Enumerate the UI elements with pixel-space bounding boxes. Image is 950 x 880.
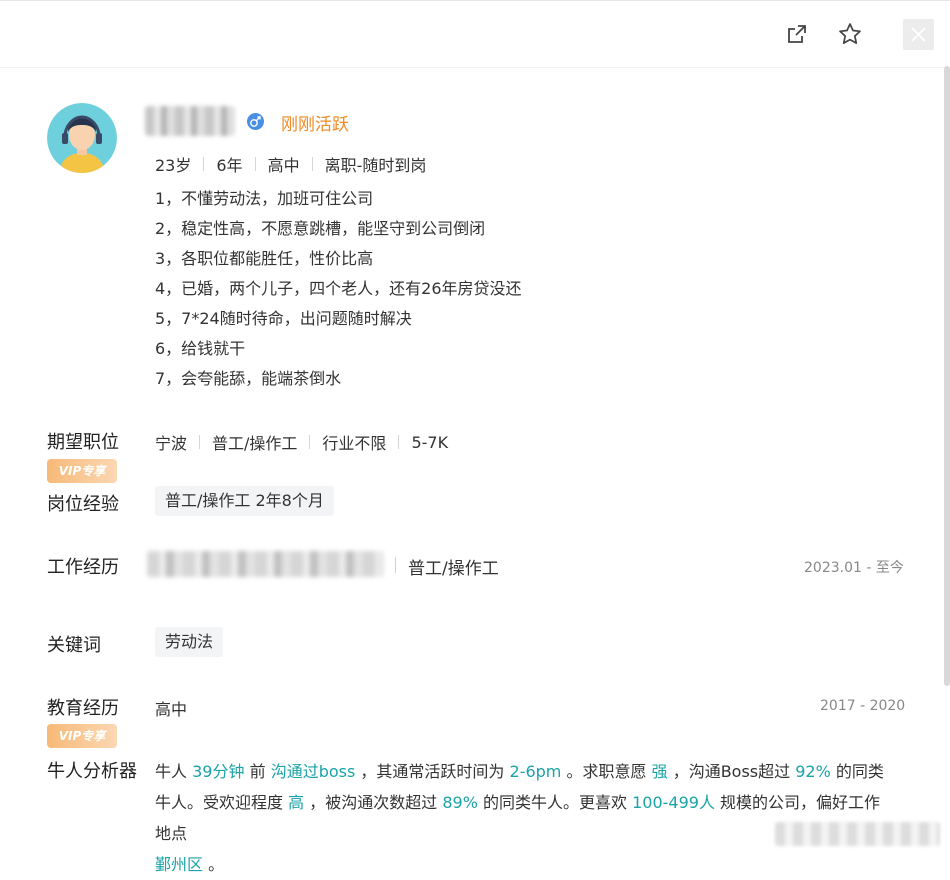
expected-position: 普工/操作工 xyxy=(212,434,298,453)
experience-label: 岗位经验 xyxy=(47,494,119,515)
highlight-value: 强 xyxy=(651,762,668,781)
expectation-values: 宁波 普工/操作工 行业不限 5-7K xyxy=(155,430,448,454)
highlight-line: 1，不懂劳动法，加班可住公司 xyxy=(155,189,374,208)
highlight-line: 7，会夸能舔，能端茶倒水 xyxy=(155,369,342,388)
highlight-line: 2，稳定性高，不愿意跳槽，能坚守到公司倒闭 xyxy=(155,219,486,238)
highlight-value: 沟通过boss xyxy=(270,762,356,781)
share-icon[interactable] xyxy=(784,21,810,47)
education-level: 高中 xyxy=(267,156,300,175)
top-toolbar xyxy=(0,0,950,68)
experience-chip: 普工/操作工 2年8个月 xyxy=(155,486,334,516)
work-label: 工作经历 xyxy=(47,557,119,578)
education-label: 教育经历 xyxy=(47,698,119,719)
highlight-value: 2-6pm xyxy=(509,762,562,781)
highlight-line: 5，7*24随时待命，出问题随时解决 xyxy=(155,309,412,328)
availability: 离职-随时到岗 xyxy=(324,156,427,175)
highlight-value: 高 xyxy=(288,793,305,812)
candidate-name-blurred xyxy=(145,106,235,136)
highlight-line: 3，各职位都能胜任，性价比高 xyxy=(155,249,374,268)
expected-city: 宁波 xyxy=(155,434,188,453)
age: 23岁 xyxy=(155,156,192,175)
expected-salary: 5-7K xyxy=(411,432,449,452)
vip-badge: VIP专享 xyxy=(47,724,117,748)
highlight-value: 92% xyxy=(795,762,831,781)
highlight-value: 鄞州区 xyxy=(155,855,204,874)
avatar xyxy=(47,103,117,173)
active-status: 刚刚活跃 xyxy=(281,115,349,135)
years-experience: 6年 xyxy=(216,156,243,175)
expected-industry: 行业不限 xyxy=(322,434,387,453)
keywords-label: 关键词 xyxy=(47,635,101,656)
star-icon[interactable] xyxy=(837,21,863,47)
self-description: 1，不懂劳动法，加班可住公司 2，稳定性高，不愿意跳槽，能坚守到公司倒闭 3，各… xyxy=(155,186,522,396)
work-title: 普工/操作工 xyxy=(408,559,499,579)
watermark xyxy=(775,822,940,846)
candidate-meta: 23岁 6年 高中 离职-随时到岗 xyxy=(155,152,426,176)
analyzer-label: 牛人分析器 xyxy=(47,761,137,782)
male-icon xyxy=(247,113,264,130)
work-period: 2023.01 - 至今 xyxy=(804,560,904,576)
analyzer-text: 牛人 39分钟 前 沟通过boss ，其通常活跃时间为 2-6pm 。求职意愿 … xyxy=(155,762,884,874)
close-icon xyxy=(911,27,926,42)
vip-badge: VIP专享 xyxy=(47,459,117,483)
education-period: 2017 - 2020 xyxy=(820,698,906,714)
highlight-line: 6，给钱就干 xyxy=(155,339,246,358)
close-button[interactable] xyxy=(903,19,934,50)
scrollbar[interactable] xyxy=(944,66,950,686)
education-level-value: 高中 xyxy=(155,700,188,719)
highlight-line: 4，已婚，两个儿子，四个老人，还有26年房贷没还 xyxy=(155,279,522,298)
expectation-label: 期望职位 xyxy=(47,432,119,453)
company-name-blurred xyxy=(147,551,383,577)
highlight-value: 39分钟 xyxy=(192,762,245,781)
highlight-value: 100-499人 xyxy=(632,793,715,812)
highlight-value: 89% xyxy=(442,793,478,812)
keyword-chip[interactable]: 劳动法 xyxy=(155,627,224,657)
